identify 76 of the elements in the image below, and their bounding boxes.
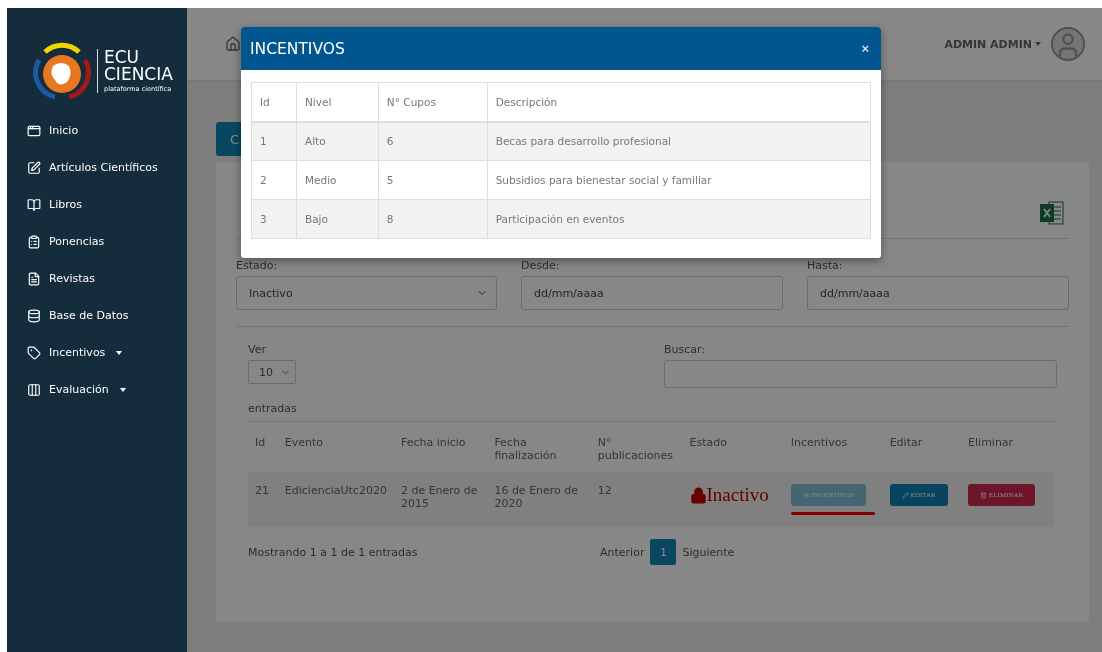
table-cell: 3 — [251, 199, 297, 239]
avatar-icon[interactable] — [1051, 27, 1085, 61]
tag-icon — [27, 345, 41, 360]
sidebar-item[interactable]: Base de Datos — [7, 297, 187, 334]
columns-icon — [27, 382, 41, 397]
logo-text: CIENCIA — [104, 66, 173, 83]
sidebar-item[interactable]: Libros — [7, 186, 187, 223]
lock-icon — [689, 486, 707, 504]
table-cell: 16 de Enero de 2020 — [487, 472, 591, 527]
column-header: Fecha inicio — [393, 422, 488, 472]
trash-icon — [980, 491, 988, 499]
search-field[interactable] — [664, 360, 1057, 388]
table-cell: Medio — [296, 160, 379, 200]
column-header: Id — [251, 82, 297, 122]
status-select[interactable]: Inactivo — [236, 276, 497, 310]
length-label: Ver — [248, 343, 267, 356]
table-cell: 2 — [251, 160, 297, 200]
column-header: Nivel — [296, 82, 379, 122]
table-cell: 8 — [378, 199, 488, 239]
table-cell: 5 — [378, 160, 488, 200]
eye-icon — [802, 491, 810, 499]
table-cell: Bajo — [296, 199, 379, 239]
column-header: Estado — [682, 422, 784, 472]
column-header: Descripción — [487, 82, 871, 122]
home-icon[interactable] — [225, 36, 241, 52]
close-button[interactable]: × — [859, 41, 871, 56]
table-cell: Becas para desarrollo profesional — [487, 121, 871, 161]
status-text: Inactivo — [689, 484, 777, 506]
table-cell: 21 — [248, 472, 278, 527]
column-header: Id — [248, 422, 278, 472]
table-cell: Participación en eventos — [487, 199, 871, 239]
table-cell: Alto — [296, 121, 379, 161]
window-icon — [27, 123, 41, 138]
filter-label: Hasta: — [807, 259, 844, 272]
filter-label: Estado: — [236, 259, 279, 272]
date-field[interactable]: dd/mm/aaaa — [807, 276, 1069, 310]
sidebar-item[interactable]: Revistas — [7, 260, 187, 297]
previous-link[interactable]: Anterior — [600, 545, 645, 559]
column-header: Fecha finalización — [487, 422, 591, 472]
column-header: N° publicaciones — [590, 422, 683, 472]
pencil-icon — [901, 491, 909, 499]
column-header: Incentivos — [783, 422, 883, 472]
caret-icon — [1035, 42, 1041, 46]
filter-label: Desde: — [521, 259, 561, 272]
sidebar-item[interactable]: Inicio — [7, 112, 187, 149]
table-cell: 1 — [251, 121, 297, 161]
modal-title: INCENTIVOS — [250, 39, 345, 58]
table-cell: 2 de Enero de 2015 — [393, 472, 488, 527]
sidebar-item[interactable]: Evaluación — [7, 371, 187, 408]
table-info: Mostrando 1 a 1 de 1 entradas — [248, 545, 419, 559]
table-cell: 6 — [378, 121, 488, 161]
sidebar-item[interactable]: Artículos Científicos — [7, 149, 187, 186]
next-link[interactable]: Siguiente — [682, 545, 735, 559]
page-link[interactable]: 1 — [650, 539, 677, 565]
date-field[interactable]: dd/mm/aaaa — [521, 276, 783, 310]
globe-logo-icon — [33, 40, 91, 102]
column-header: Evento — [277, 422, 394, 472]
sidebar-item[interactable]: Incentivos — [7, 334, 187, 371]
logo-text: ECU — [104, 49, 141, 66]
sidebar-item[interactable]: Ponencias — [7, 223, 187, 260]
length-suffix: entradas — [248, 388, 1057, 422]
column-header: N° Cupos — [378, 82, 488, 122]
user-menu[interactable]: ADMIN ADMIN — [944, 37, 1041, 51]
database-icon — [27, 308, 41, 323]
search-label: Buscar: — [664, 343, 707, 356]
column-header: Eliminar — [961, 422, 1054, 472]
book-icon — [27, 197, 41, 212]
column-header: Editar — [882, 422, 962, 472]
document-icon — [27, 271, 41, 286]
clipboard-icon — [27, 234, 41, 249]
spreadsheet-export-icon[interactable] — [1039, 199, 1065, 226]
table-cell: EdicienciaUtc2020 — [277, 472, 394, 527]
page-size-select[interactable]: 10 — [248, 360, 296, 384]
edit-icon — [27, 160, 41, 175]
table-cell: 12 — [590, 472, 683, 527]
table-cell: Subsidios para bienestar social y familiar — [487, 160, 871, 200]
